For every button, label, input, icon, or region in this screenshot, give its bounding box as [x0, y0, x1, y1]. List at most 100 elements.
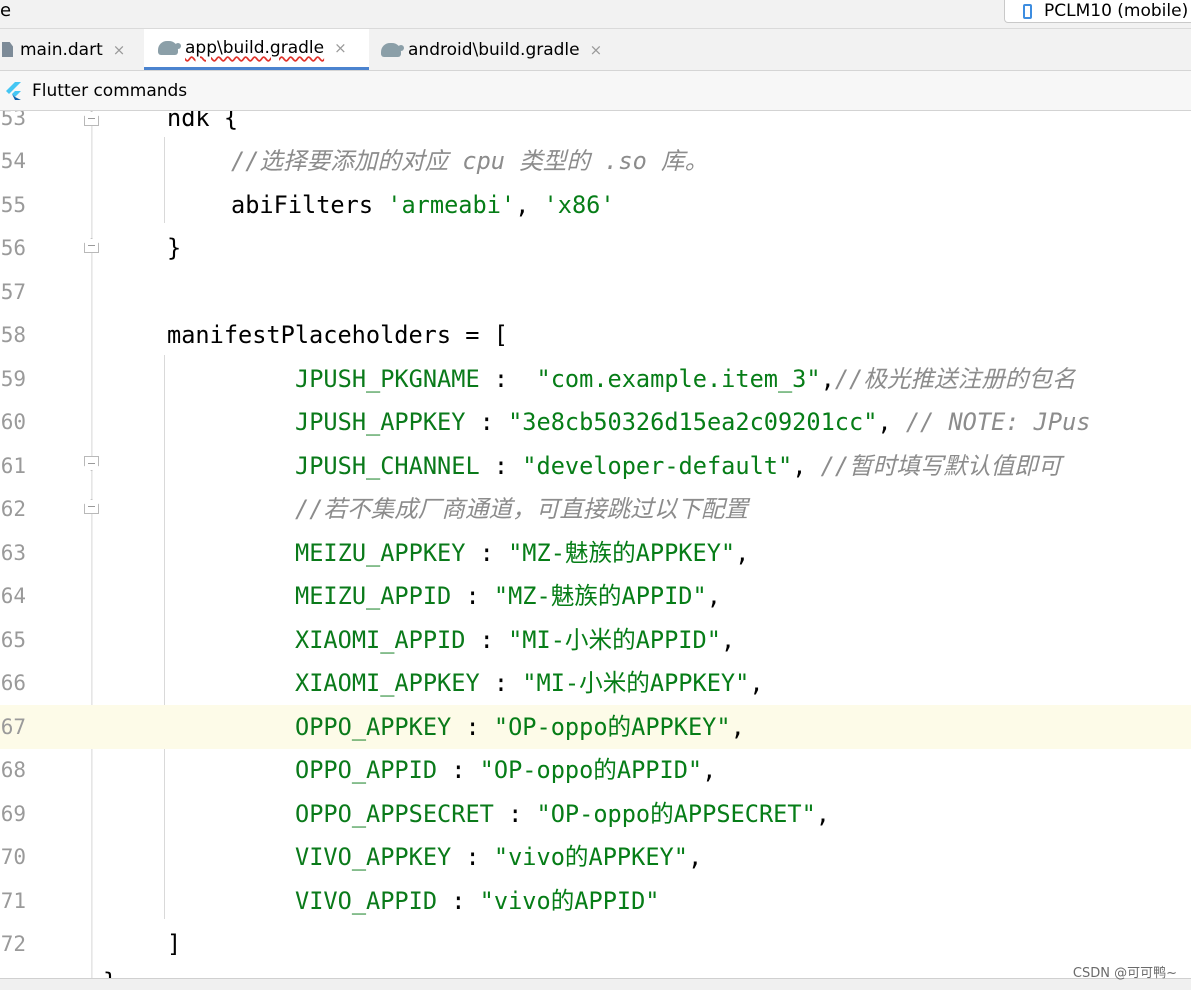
code-text: :: [451, 843, 494, 871]
code-text: abiFilters: [231, 191, 388, 219]
line-number: 59: [0, 367, 26, 391]
code-text: ,: [730, 713, 745, 741]
code-string: 'x86': [543, 191, 615, 219]
code-string: "vivo的APPKEY": [493, 843, 688, 871]
code-line: 63 MEIZU_APPKEY : "MZ-魅族的APPKEY",: [0, 531, 1191, 575]
code-line: 68 OPPO_APPID : "OP-oppo的APPID",: [0, 748, 1191, 792]
code-string: "MZ-魅族的APPID": [493, 582, 707, 610]
code-text: ,: [792, 452, 821, 480]
code-line: }: [0, 960, 1191, 978]
line-number: 66: [0, 671, 26, 695]
line-number: 68: [0, 758, 26, 782]
dart-file-icon: [2, 42, 13, 57]
tab-main-dart-label: main.dart: [20, 39, 103, 60]
code-line: 60 JPUSH_APPKEY : "3e8cb50326d15ea2c0920…: [0, 400, 1191, 444]
tab-app-build-gradle[interactable]: app\build.gradle ×: [144, 29, 369, 70]
code-string: "developer-default": [522, 452, 793, 480]
code-line: 71 VIVO_APPID : "vivo的APPID": [0, 879, 1191, 923]
code-string: "OP-oppo的APPKEY": [493, 713, 731, 741]
line-number: 58: [0, 323, 26, 347]
line-number: 69: [0, 802, 26, 826]
code-line: 55 abiFilters 'armeabi', 'x86': [0, 183, 1191, 227]
code-text: ,: [815, 800, 830, 828]
tab-main-dart[interactable]: main.dart ×: [0, 29, 144, 70]
line-number: 70: [0, 845, 26, 869]
flutter-commands-label: Flutter commands: [32, 80, 188, 101]
tab-android-build-gradle[interactable]: android\build.gradle ×: [369, 29, 629, 70]
line-number: 53: [0, 111, 26, 130]
line-number: 55: [0, 193, 26, 217]
code-text: }: [167, 234, 182, 262]
code-key: JPUSH_CHANNEL: [295, 452, 480, 480]
code-key: OPPO_APPID: [295, 756, 438, 784]
code-string: "MI-小米的APPID": [508, 626, 721, 654]
code-line-current: 67 OPPO_APPKEY : "OP-oppo的APPKEY",: [0, 705, 1191, 749]
code-line: 69 OPPO_APPSECRET : "OP-oppo的APPSECRET",: [0, 792, 1191, 836]
code-string: "vivo的APPID": [479, 887, 660, 915]
device-selector-label: PCLM10 (mobile): [1044, 1, 1189, 21]
line-number: 56: [0, 236, 26, 260]
code-line: 57: [0, 270, 1191, 314]
tab-app-build-gradle-label: app\build.gradle: [185, 38, 325, 58]
code-key: OPPO_APPKEY: [295, 713, 452, 741]
code-line: 65 XIAOMI_APPID : "MI-小米的APPID",: [0, 618, 1191, 662]
code-text: :: [465, 539, 509, 567]
watermark: CSDN @可可鸭~: [1072, 966, 1177, 981]
code-string: "OP-oppo的APPID": [479, 756, 703, 784]
code-line: 56 }: [0, 226, 1191, 270]
code-text: :: [479, 365, 537, 393]
code-text: :: [451, 582, 494, 610]
code-string: 'armeabi': [387, 191, 516, 219]
code-line: 70 VIVO_APPKEY : "vivo的APPKEY",: [0, 835, 1191, 879]
line-number: 63: [0, 541, 26, 565]
code-text: ,: [877, 408, 906, 436]
code-line: 53 ndk {: [0, 111, 1191, 140]
code-text: :: [451, 713, 494, 741]
code-comment: //暂时填写默认值即可: [820, 452, 1062, 480]
line-number: 54: [0, 149, 26, 173]
code-text: ,: [820, 365, 835, 393]
code-string: "3e8cb50326d15ea2c09201cc": [508, 408, 878, 436]
gradle-icon: [381, 42, 404, 57]
code-line: 58 manifestPlaceholders = [: [0, 313, 1191, 357]
code-text: ,: [735, 539, 750, 567]
line-number: 62: [0, 497, 26, 521]
gradle-icon: [158, 41, 181, 55]
code-text: :: [479, 452, 523, 480]
code-text: :: [465, 408, 509, 436]
flutter-commands-bar[interactable]: Flutter commands: [0, 71, 1191, 111]
code-comment: // NOTE: JPus: [905, 408, 1091, 436]
code-text: ,: [749, 669, 764, 697]
phone-icon: [1023, 3, 1032, 19]
code-line: 62 //若不集成厂商通道，可直接跳过以下配置: [0, 487, 1191, 531]
code-text: :: [479, 669, 523, 697]
code-comment: //若不集成厂商通道，可直接跳过以下配置: [295, 495, 749, 523]
tab-main-dart-close-icon[interactable]: ×: [113, 41, 126, 59]
tab-app-build-gradle-close-icon[interactable]: ×: [334, 39, 347, 57]
flutter-icon: [6, 81, 21, 100]
code-text: :: [465, 626, 509, 654]
line-number: 71: [0, 889, 26, 913]
code-key: VIVO_APPKEY: [295, 843, 452, 871]
line-number: 67: [0, 715, 26, 739]
code-text: }: [103, 960, 117, 978]
code-text: :: [437, 756, 480, 784]
toolbar-partial-label: e: [0, 0, 12, 21]
code-key: JPUSH_PKGNAME: [295, 365, 480, 393]
code-string: "OP-oppo的APPSECRET": [536, 800, 816, 828]
code-editor[interactable]: 53 ndk { 54 //选择要添加的对应 cpu 类型的 .so 库。 55…: [0, 111, 1191, 978]
code-text: ,: [515, 191, 544, 219]
code-text: :: [493, 800, 537, 828]
code-comment: //极光推送注册的包名: [834, 365, 1076, 393]
editor-tab-bar: main.dart × app\build.gradle × android\b…: [0, 29, 1191, 71]
line-number: 57: [0, 280, 26, 304]
tab-android-build-gradle-close-icon[interactable]: ×: [590, 41, 603, 59]
code-line: 54 //选择要添加的对应 cpu 类型的 .so 库。: [0, 139, 1191, 183]
device-selector[interactable]: PCLM10 (mobile): [1004, 0, 1191, 23]
code-line: 61 JPUSH_CHANNEL : "developer-default", …: [0, 444, 1191, 488]
line-number: 60: [0, 410, 26, 434]
line-number: 64: [0, 584, 26, 608]
code-text: ,: [702, 756, 717, 784]
code-key: JPUSH_APPKEY: [295, 408, 466, 436]
line-number: 65: [0, 628, 26, 652]
